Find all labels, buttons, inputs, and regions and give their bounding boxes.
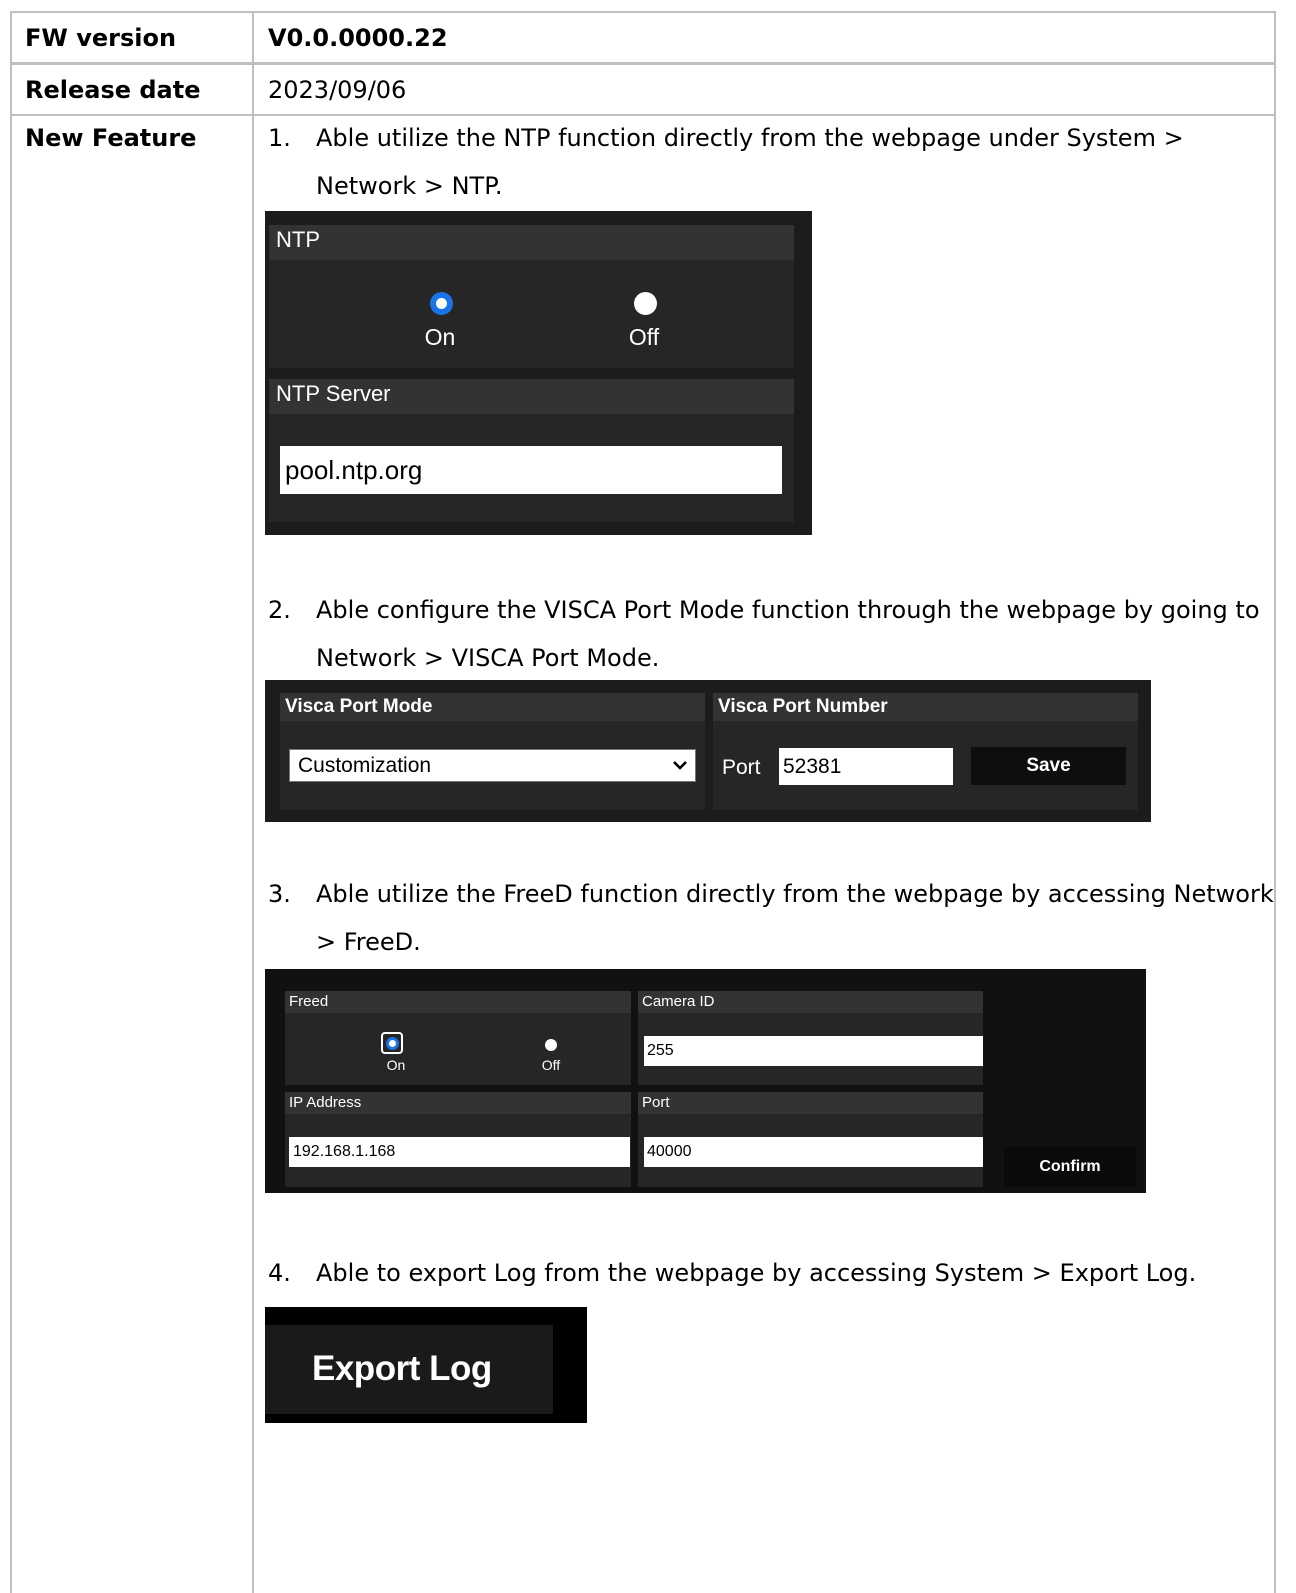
freed-confirm-button[interactable]: Confirm [1004, 1147, 1136, 1187]
export-log-label: Export Log [312, 1349, 492, 1388]
chevron-down-icon [673, 761, 687, 770]
feature-item-4: 4. Able to export Log from the webpage b… [268, 1249, 1278, 1297]
feature-text: Able configure the VISCA Port Mode funct… [316, 596, 1260, 672]
ntp-on-radio[interactable] [430, 292, 453, 315]
freed-port-body: 40000 [638, 1114, 983, 1187]
freed-mode-body: On Off [285, 1013, 631, 1085]
feature-text: Able to export Log from the webpage by a… [316, 1259, 1197, 1287]
visca-mode-title: Visca Port Mode [280, 693, 705, 721]
freed-title: Freed [285, 991, 631, 1013]
visca-port-input[interactable]: 52381 [779, 748, 953, 785]
visca-save-button[interactable]: Save [971, 747, 1126, 785]
table-divider-1 [10, 62, 1276, 65]
feature-number: 1. [268, 124, 291, 152]
export-log-button[interactable]: Export Log [265, 1325, 553, 1414]
freed-ip-title: IP Address [285, 1092, 631, 1114]
visca-panel: Visca Port Mode Customization Visca Port… [265, 680, 1151, 822]
visca-mode-value: Customization [298, 754, 432, 777]
ntp-off-label: Off [628, 324, 660, 350]
ntp-server-body: pool.ntp.org [269, 414, 794, 522]
freed-camera-id-body: 255 [638, 1013, 983, 1085]
ntp-title: NTP [269, 225, 794, 260]
feature-item-1: 1. Able utilize the NTP function directl… [268, 114, 1278, 210]
feature-number: 3. [268, 880, 291, 908]
feature-item-3: 3. Able utilize the FreeD function direc… [268, 870, 1278, 966]
freed-port-title: Port [638, 1092, 983, 1114]
ntp-panel: NTP On Off NTP Server pool.ntp.org [265, 211, 812, 535]
ntp-off-radio[interactable] [634, 292, 657, 315]
visca-mode-body: Customization [280, 721, 705, 810]
table-column-divider [252, 11, 254, 1593]
visca-port-title: Visca Port Number [713, 693, 1138, 721]
fw-version-label: FW version [25, 24, 177, 52]
feature-number: 4. [268, 1259, 291, 1287]
freed-off-label: Off [541, 1057, 561, 1073]
ntp-body: On Off [269, 260, 794, 368]
visca-port-body: Port 52381 Save [713, 721, 1138, 810]
freed-camera-id-title: Camera ID [638, 991, 983, 1013]
freed-ip-body: 192.168.1.168 [285, 1114, 631, 1187]
freed-port-input[interactable]: 40000 [644, 1137, 983, 1167]
freed-camera-id-input[interactable]: 255 [644, 1036, 983, 1066]
freed-off-radio[interactable] [545, 1039, 557, 1051]
freed-panel: Freed On Off Camera ID 255 IP Address 19… [265, 969, 1146, 1193]
table-border-left [10, 11, 12, 1593]
freed-on-label: On [386, 1057, 406, 1073]
freed-on-radio[interactable] [386, 1037, 399, 1050]
feature-text: Able utilize the NTP function directly f… [316, 124, 1184, 200]
release-notes-document: FW version V0.0.0000.22 Release date 202… [0, 0, 1296, 1593]
release-date-label: Release date [25, 76, 201, 104]
table-border-right [1274, 11, 1276, 1593]
freed-ip-input[interactable]: 192.168.1.168 [289, 1137, 630, 1167]
feature-text: Able utilize the FreeD function directly… [316, 880, 1274, 956]
feature-item-2: 2. Able configure the VISCA Port Mode fu… [268, 586, 1278, 682]
visca-mode-select[interactable]: Customization [289, 749, 696, 782]
ntp-on-label: On [424, 324, 456, 350]
ntp-server-input[interactable]: pool.ntp.org [280, 446, 782, 494]
table-border-top [10, 11, 1276, 13]
visca-port-label: Port [722, 756, 761, 779]
fw-version-value: V0.0.0000.22 [268, 24, 448, 52]
export-log-panel: Export Log [265, 1307, 587, 1423]
ntp-server-title: NTP Server [269, 379, 794, 414]
feature-number: 2. [268, 596, 291, 624]
release-date-value: 2023/09/06 [268, 76, 407, 104]
new-feature-label: New Feature [25, 124, 197, 152]
